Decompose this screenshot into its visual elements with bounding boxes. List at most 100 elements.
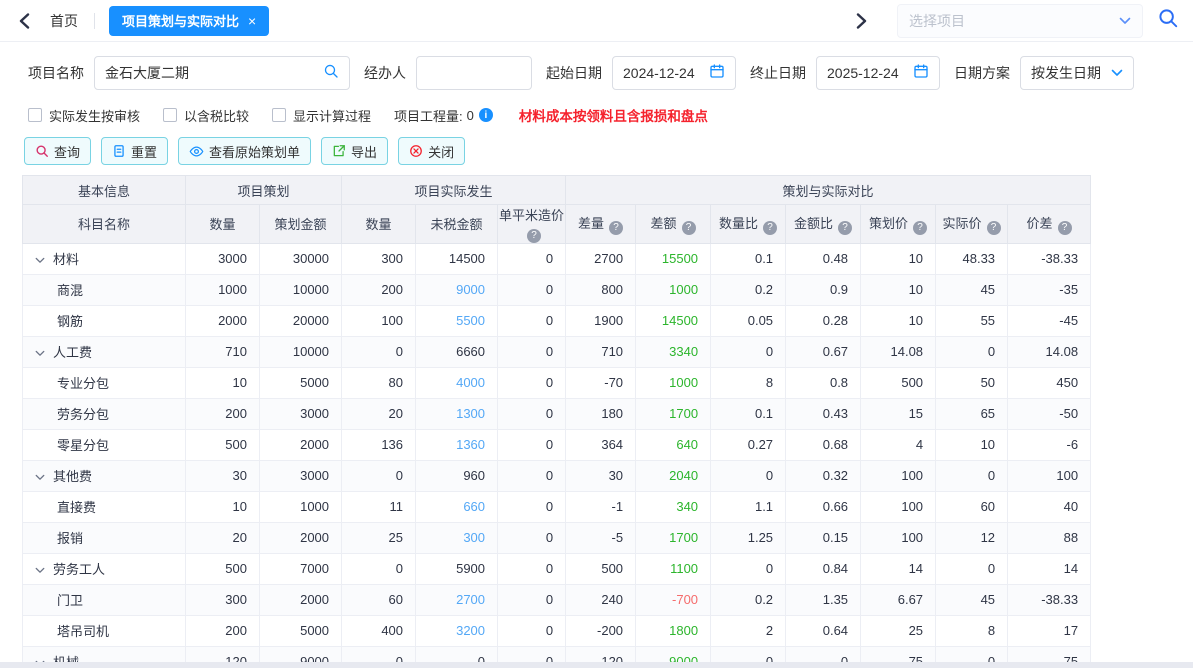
agent-field[interactable] (416, 56, 532, 90)
column-header: 实际价? (936, 205, 1008, 244)
search-icon[interactable] (1157, 7, 1179, 34)
forward-icon[interactable] (849, 9, 873, 33)
value-cell: 200 (186, 615, 260, 646)
back-icon[interactable] (12, 9, 36, 33)
project-quantity-label: 项目工程量: (394, 106, 463, 125)
help-icon[interactable]: ? (1058, 221, 1072, 235)
untaxed-amount-link[interactable]: 660 (463, 499, 485, 514)
value-cell: 10 (186, 491, 260, 522)
collapse-icon[interactable] (35, 252, 45, 267)
chevron-down-icon (1119, 12, 1131, 30)
agent-input[interactable] (427, 65, 521, 81)
value-cell: 180 (566, 398, 636, 429)
value-cell: 300 (186, 584, 260, 615)
help-icon[interactable]: ? (763, 221, 777, 235)
value-cell: -45 (1008, 305, 1091, 336)
help-icon[interactable]: ? (609, 221, 623, 235)
column-header: 差额? (636, 205, 711, 244)
untaxed-amount-link[interactable]: 1360 (456, 437, 485, 452)
horizontal-scrollbar[interactable] (0, 662, 1193, 668)
value-cell: 2040 (636, 460, 711, 491)
untaxed-amount-link[interactable]: 2700 (456, 592, 485, 607)
search-icon[interactable] (323, 63, 339, 84)
info-icon[interactable]: i (479, 108, 493, 122)
collapse-icon[interactable] (35, 562, 45, 577)
untaxed-amount-link[interactable]: 4000 (456, 375, 485, 390)
calendar-icon[interactable] (913, 63, 929, 84)
subject-name-cell: 其他费 (23, 460, 186, 491)
help-icon[interactable]: ? (527, 229, 541, 243)
value-cell: 0.68 (786, 429, 861, 460)
project-name-field[interactable] (94, 56, 350, 90)
untaxed-amount-link[interactable]: 5500 (456, 313, 485, 328)
group-header: 项目策划 (186, 176, 342, 205)
value-cell: 1100 (636, 553, 711, 584)
home-link[interactable]: 首页 (50, 11, 78, 31)
end-date-field[interactable] (816, 56, 940, 90)
subject-name-cell: 材料 (23, 243, 186, 274)
start-date-field[interactable] (612, 56, 736, 90)
value-cell: 0.15 (786, 522, 861, 553)
start-date-input[interactable] (623, 65, 709, 81)
value-cell: 12 (936, 522, 1008, 553)
collapse-icon[interactable] (35, 345, 45, 360)
value-cell: 960 (416, 460, 498, 491)
value-cell: 100 (861, 460, 936, 491)
view-original-plan-button[interactable]: 查看原始策划单 (178, 137, 311, 165)
value-cell: -35 (1008, 274, 1091, 305)
help-icon[interactable]: ? (838, 221, 852, 235)
export-button[interactable]: 导出 (321, 137, 388, 165)
value-cell: 40 (1008, 491, 1091, 522)
value-cell: 3200 (416, 615, 498, 646)
value-cell: 500 (186, 553, 260, 584)
subject-name: 直接费 (57, 500, 96, 515)
calendar-icon[interactable] (709, 63, 725, 84)
checkbox-icon[interactable] (28, 108, 42, 122)
value-cell: 0 (498, 522, 566, 553)
column-header: 数量 (186, 205, 260, 244)
subject-name-cell: 劳务分包 (23, 398, 186, 429)
value-cell: 15500 (636, 243, 711, 274)
query-button[interactable]: 查询 (24, 137, 91, 165)
untaxed-amount-link[interactable]: 1300 (456, 406, 485, 421)
project-quantity-value: 0 (467, 108, 474, 123)
untaxed-amount-link[interactable]: 3200 (456, 623, 485, 638)
subject-name: 钢筋 (57, 314, 83, 329)
material-cost-warning: 材料成本按领料且含报损和盘点 (519, 105, 708, 125)
checkbox-show-calculation[interactable]: 显示计算过程 (272, 106, 371, 125)
checkbox-compare-with-tax[interactable]: 以含税比较 (163, 106, 249, 125)
close-button[interactable]: 关闭 (398, 137, 465, 165)
help-icon[interactable]: ? (987, 221, 1001, 235)
value-cell: 400 (342, 615, 416, 646)
value-cell: 60 (342, 584, 416, 615)
tab-project-comparison[interactable]: 项目策划与实际对比 × (109, 6, 269, 36)
value-cell: 1700 (636, 398, 711, 429)
date-scheme-select[interactable]: 按发生日期 (1020, 56, 1134, 90)
value-cell: 5500 (416, 305, 498, 336)
value-cell: 640 (636, 429, 711, 460)
collapse-icon[interactable] (35, 469, 45, 484)
reset-button[interactable]: 重置 (101, 137, 168, 165)
project-name-input[interactable] (105, 65, 323, 81)
value-cell: 0 (498, 367, 566, 398)
project-select[interactable]: 选择项目 (897, 4, 1143, 38)
value-cell: 340 (636, 491, 711, 522)
value-cell: 6660 (416, 336, 498, 367)
tab-close-icon[interactable]: × (248, 13, 256, 29)
subject-name-cell: 商混 (23, 274, 186, 305)
end-date-input[interactable] (827, 65, 913, 81)
value-cell: 1.35 (786, 584, 861, 615)
value-cell: 1000 (636, 367, 711, 398)
checkbox-icon[interactable] (163, 108, 177, 122)
project-select-placeholder: 选择项目 (909, 11, 965, 31)
value-cell: 14500 (636, 305, 711, 336)
checkbox-icon[interactable] (272, 108, 286, 122)
help-icon[interactable]: ? (913, 221, 927, 235)
untaxed-amount-link[interactable]: 300 (463, 530, 485, 545)
value-cell: 0 (498, 584, 566, 615)
checkbox-actual-by-audit[interactable]: 实际发生按审核 (28, 106, 140, 125)
help-icon[interactable]: ? (682, 221, 696, 235)
untaxed-amount-link[interactable]: 9000 (456, 282, 485, 297)
value-cell: 0 (342, 336, 416, 367)
subject-name: 门卫 (57, 593, 83, 608)
